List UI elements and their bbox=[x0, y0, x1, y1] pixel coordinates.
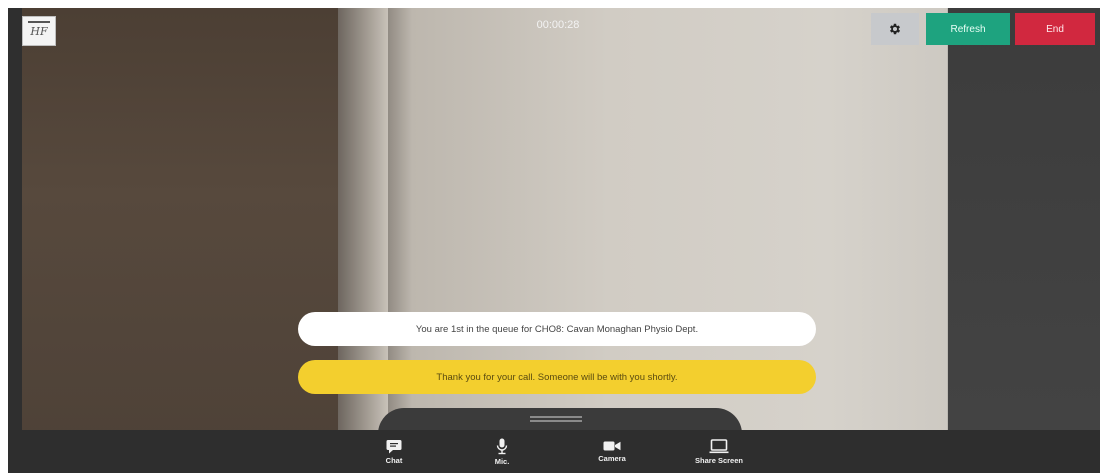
video-feed-left-strip bbox=[8, 8, 22, 473]
video-feed-right-panel bbox=[948, 8, 1100, 473]
queue-status-message: You are 1st in the queue for CHO8: Cavan… bbox=[298, 312, 816, 346]
logo-bar bbox=[28, 21, 50, 23]
chat-label: Chat bbox=[385, 455, 403, 465]
refresh-button[interactable]: Refresh bbox=[926, 13, 1010, 45]
thanks-message: Thank you for your call. Someone will be… bbox=[298, 360, 816, 394]
camera-button[interactable]: Camera bbox=[592, 430, 632, 473]
video-call-window: HF 00:00:28 Refresh End You are 1st in t… bbox=[8, 8, 1100, 473]
camera-label: Camera bbox=[598, 454, 626, 463]
video-feed-door bbox=[8, 8, 338, 473]
share-screen-label: Share Screen bbox=[695, 455, 743, 465]
microphone-icon bbox=[496, 438, 508, 454]
share-screen-button[interactable]: Share Screen bbox=[684, 430, 754, 473]
gear-icon bbox=[889, 23, 901, 35]
screen-share-icon bbox=[709, 438, 729, 453]
video-feed-door-edge bbox=[338, 8, 388, 473]
brand-logo: HF bbox=[22, 16, 56, 46]
call-timer: 00:00:28 bbox=[536, 19, 580, 31]
end-call-button[interactable]: End bbox=[1015, 13, 1095, 45]
mic-button[interactable]: Mic. bbox=[482, 430, 522, 473]
camera-icon bbox=[603, 441, 621, 451]
call-toolbar: Chat Mic. Camera Share Screen bbox=[8, 430, 1100, 473]
settings-button[interactable] bbox=[871, 13, 919, 45]
chat-icon bbox=[386, 439, 402, 453]
drag-handle[interactable] bbox=[530, 416, 582, 422]
chat-button[interactable]: Chat bbox=[374, 430, 414, 473]
logo-text: HF bbox=[30, 24, 48, 38]
mic-label: Mic. bbox=[494, 456, 510, 466]
